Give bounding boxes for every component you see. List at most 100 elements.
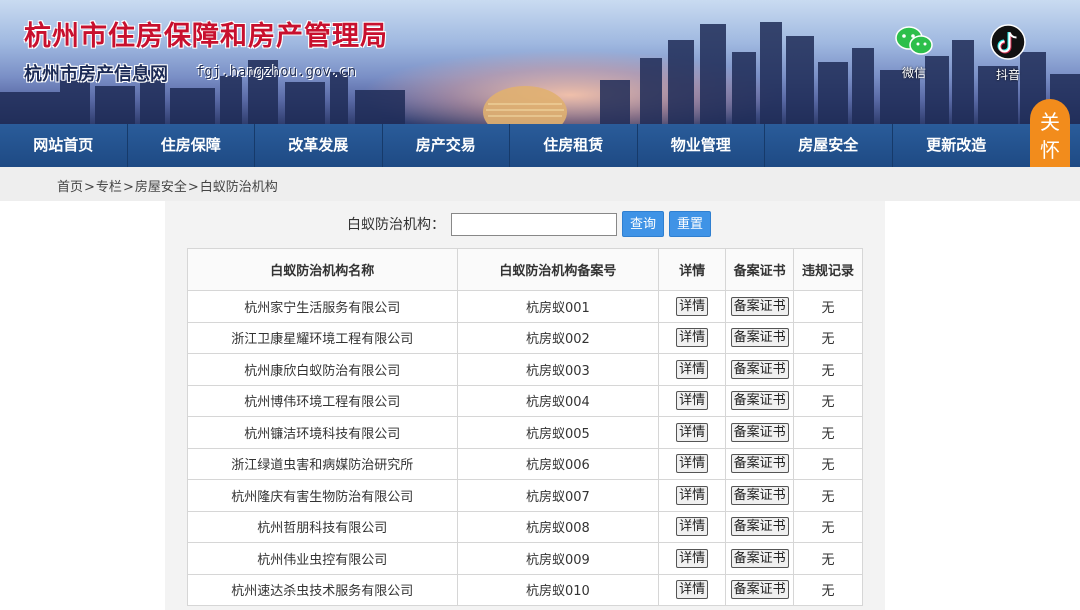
detail-cell: 详情 xyxy=(658,479,727,512)
nav-item-reform[interactable]: 改革发展 xyxy=(255,124,383,167)
agency-name: 杭州隆庆有害生物防治有限公司 xyxy=(187,479,458,512)
detail-button[interactable]: 详情 xyxy=(676,485,709,505)
certificate-button[interactable]: 备案证书 xyxy=(730,296,789,316)
wechat-link[interactable]: 微信 xyxy=(890,24,938,81)
table-row: 浙江绿道虫害和病媒防治研究所 杭房蚁006 详情 备案证书无 xyxy=(187,447,863,480)
certificate-button[interactable]: 备案证书 xyxy=(730,328,789,348)
reset-button[interactable]: 重置 xyxy=(669,211,712,237)
agency-code: 杭房蚁009 xyxy=(456,542,660,575)
agency-name: 杭州家宁生活服务有限公司 xyxy=(187,290,458,323)
violation-record: 无 xyxy=(793,384,863,417)
breadcrumb-separator: > xyxy=(84,180,95,195)
certificate-button[interactable]: 备案证书 xyxy=(730,548,789,568)
agency-name: 浙江绿道虫害和病媒防治研究所 xyxy=(187,447,458,480)
table-row: 杭州哲朋科技有限公司 杭房蚁008 详情 备案证书无 xyxy=(187,510,863,543)
certificate-button[interactable]: 备案证书 xyxy=(730,517,789,537)
detail-cell: 详情 xyxy=(658,510,727,543)
nav-item-rental[interactable]: 住房租赁 xyxy=(510,124,638,167)
agency-code: 杭房蚁003 xyxy=(456,353,660,386)
table-row: 杭州博伟环境工程有限公司 杭房蚁004 详情 备案证书无 xyxy=(187,384,863,417)
agency-name: 杭州博伟环境工程有限公司 xyxy=(187,384,458,417)
violation-record: 无 xyxy=(793,416,863,449)
detail-cell: 详情 xyxy=(658,416,727,449)
detail-cell: 详情 xyxy=(658,447,727,480)
violation-record: 无 xyxy=(793,290,863,323)
agency-code: 杭房蚁002 xyxy=(456,321,660,354)
search-input[interactable] xyxy=(451,212,617,236)
table-row: 浙江卫康星耀环境工程有限公司 杭房蚁002 详情 备案证书无 xyxy=(187,321,863,354)
certificate-button[interactable]: 备案证书 xyxy=(730,454,789,474)
douyin-link[interactable]: 抖音 xyxy=(984,24,1032,83)
agency-code: 杭房蚁008 xyxy=(456,510,660,543)
violation-record: 无 xyxy=(793,542,863,575)
certificate-cell: 备案证书 xyxy=(725,290,795,323)
column-header-detail: 详情 xyxy=(658,248,727,291)
column-header-violation: 违规记录 xyxy=(793,248,863,291)
query-button[interactable]: 查询 xyxy=(622,211,665,237)
agency-name: 杭州伟业虫控有限公司 xyxy=(187,542,458,575)
nav-item-housing-safety[interactable]: 房屋安全 xyxy=(765,124,893,167)
nav-item-home[interactable]: 网站首页 xyxy=(0,124,128,167)
breadcrumb-home[interactable]: 首页 xyxy=(57,180,83,195)
certificate-button[interactable]: 备案证书 xyxy=(730,485,789,505)
breadcrumb: 首页>专栏>房屋安全>白蚁防治机构 xyxy=(57,176,278,195)
breadcrumb-column[interactable]: 专栏 xyxy=(96,180,122,195)
certificate-button[interactable]: 备案证书 xyxy=(730,422,789,442)
breadcrumb-separator: > xyxy=(187,180,199,195)
nav-item-housing-security[interactable]: 住房保障 xyxy=(128,124,255,167)
column-header-code: 白蚁防治机构备案号 xyxy=(456,248,660,291)
site-title: 杭州市住房保障和房产管理局 xyxy=(24,21,388,52)
certificate-cell: 备案证书 xyxy=(725,416,795,449)
detail-button[interactable]: 详情 xyxy=(676,359,709,379)
detail-button[interactable]: 详情 xyxy=(676,548,709,568)
agency-name: 杭州镰洁环境科技有限公司 xyxy=(187,416,458,449)
certificate-button[interactable]: 备案证书 xyxy=(730,580,789,600)
detail-button[interactable]: 详情 xyxy=(676,391,709,411)
violation-record: 无 xyxy=(793,447,863,480)
agency-table: 白蚁防治机构名称 白蚁防治机构备案号 详情 备案证书 违规记录 杭州家宁生活服务… xyxy=(187,248,863,606)
breadcrumb-housing-safety[interactable]: 房屋安全 xyxy=(135,180,187,195)
violation-record: 无 xyxy=(793,353,863,386)
agency-name: 杭州哲朋科技有限公司 xyxy=(187,510,458,543)
site-subtitle: 杭州市房产信息网 xyxy=(24,64,168,85)
detail-cell: 详情 xyxy=(658,542,727,575)
detail-button[interactable]: 详情 xyxy=(676,296,709,316)
agency-code: 杭房蚁005 xyxy=(456,416,660,449)
site-url: fgj.hangzhou.gov.cn xyxy=(196,64,357,80)
detail-button[interactable]: 详情 xyxy=(676,422,709,442)
nav-item-property-management[interactable]: 物业管理 xyxy=(638,124,765,167)
nav-item-renewal[interactable]: 更新改造 xyxy=(893,124,1021,167)
detail-cell: 详情 xyxy=(658,353,727,386)
agency-name: 杭州速达杀虫技术服务有限公司 xyxy=(187,573,458,606)
agency-code: 杭房蚁006 xyxy=(456,447,660,480)
main-nav: 网站首页 住房保障 改革发展 房产交易 住房租赁 物业管理 房屋安全 更新改造 xyxy=(0,124,1080,167)
agency-name: 浙江卫康星耀环境工程有限公司 xyxy=(187,321,458,354)
certificate-button[interactable]: 备案证书 xyxy=(730,359,789,379)
certificate-cell: 备案证书 xyxy=(725,321,795,354)
certificate-cell: 备案证书 xyxy=(725,542,795,575)
detail-cell: 详情 xyxy=(658,573,727,606)
table-row: 杭州镰洁环境科技有限公司 杭房蚁005 详情 备案证书无 xyxy=(187,416,863,449)
detail-button[interactable]: 详情 xyxy=(676,580,709,600)
breadcrumb-separator: > xyxy=(122,180,134,195)
nav-item-transactions[interactable]: 房产交易 xyxy=(383,124,510,167)
violation-record: 无 xyxy=(793,321,863,354)
detail-button[interactable]: 详情 xyxy=(676,328,709,348)
table-row: 杭州速达杀虫技术服务有限公司 杭房蚁010 详情 备案证书无 xyxy=(187,573,863,606)
certificate-cell: 备案证书 xyxy=(725,447,795,480)
violation-record: 无 xyxy=(793,510,863,543)
care-mode-char: 怀 xyxy=(1040,138,1060,162)
care-mode-char: 关 xyxy=(1040,110,1060,134)
certificate-cell: 备案证书 xyxy=(725,353,795,386)
douyin-icon xyxy=(990,24,1026,60)
certificate-cell: 备案证书 xyxy=(725,573,795,606)
table-body: 杭州家宁生活服务有限公司 杭房蚁001 详情 备案证书无浙江卫康星耀环境工程有限公司杭… xyxy=(187,290,863,606)
detail-button[interactable]: 详情 xyxy=(676,454,709,474)
agency-code: 杭房蚁001 xyxy=(456,290,660,323)
certificate-cell: 备案证书 xyxy=(725,510,795,543)
douyin-label: 抖音 xyxy=(995,68,1020,82)
breadcrumb-current: 白蚁防治机构 xyxy=(199,180,278,195)
header-banner: 杭州市住房保障和房产管理局 杭州市房产信息网 fgj.hangzhou.gov.… xyxy=(0,0,1080,124)
detail-button[interactable]: 详情 xyxy=(676,517,709,537)
certificate-button[interactable]: 备案证书 xyxy=(730,391,789,411)
